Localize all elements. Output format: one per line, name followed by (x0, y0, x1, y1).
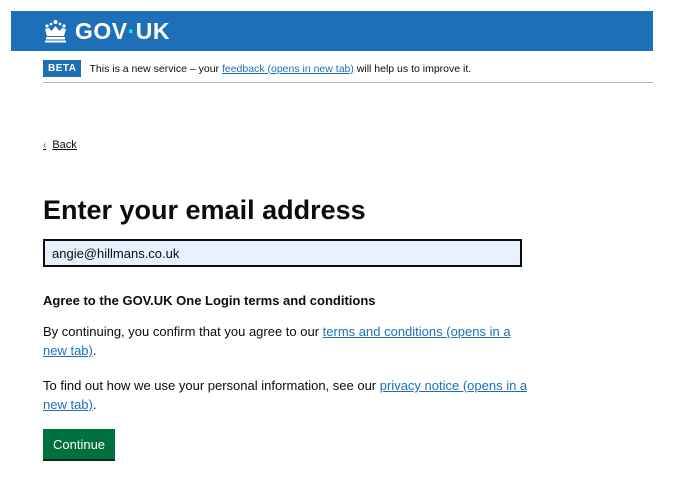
logo-text: GOV·UK (75, 18, 171, 44)
logo-dot: · (127, 18, 136, 44)
back-link[interactable]: ‹ Back (43, 139, 77, 151)
continue-button[interactable]: Continue (43, 429, 116, 459)
govuk-header: GOV·UK (11, 11, 653, 51)
page-title: Enter your email address (43, 195, 366, 225)
govuk-logo-link[interactable]: GOV·UK (43, 17, 170, 45)
terms-heading: Agree to the GOV.UK One Login terms and … (43, 293, 376, 308)
email-field[interactable] (43, 239, 522, 267)
back-link-label: Back (52, 139, 77, 151)
page: GOV·UK BETA This is a new service – your… (0, 0, 673, 481)
phase-banner: BETA This is a new service – your feedba… (43, 55, 653, 83)
chevron-left-icon: ‹ (43, 139, 47, 151)
crown-icon (45, 20, 66, 43)
beta-tag: BETA (43, 60, 82, 77)
terms-paragraph: By continuing, you confirm that you agre… (43, 324, 511, 358)
phase-banner-text: This is a new service – your feedback (o… (89, 62, 472, 75)
privacy-paragraph: To find out how we use your personal inf… (43, 378, 528, 412)
feedback-link[interactable]: feedback (opens in new tab) (222, 63, 354, 75)
